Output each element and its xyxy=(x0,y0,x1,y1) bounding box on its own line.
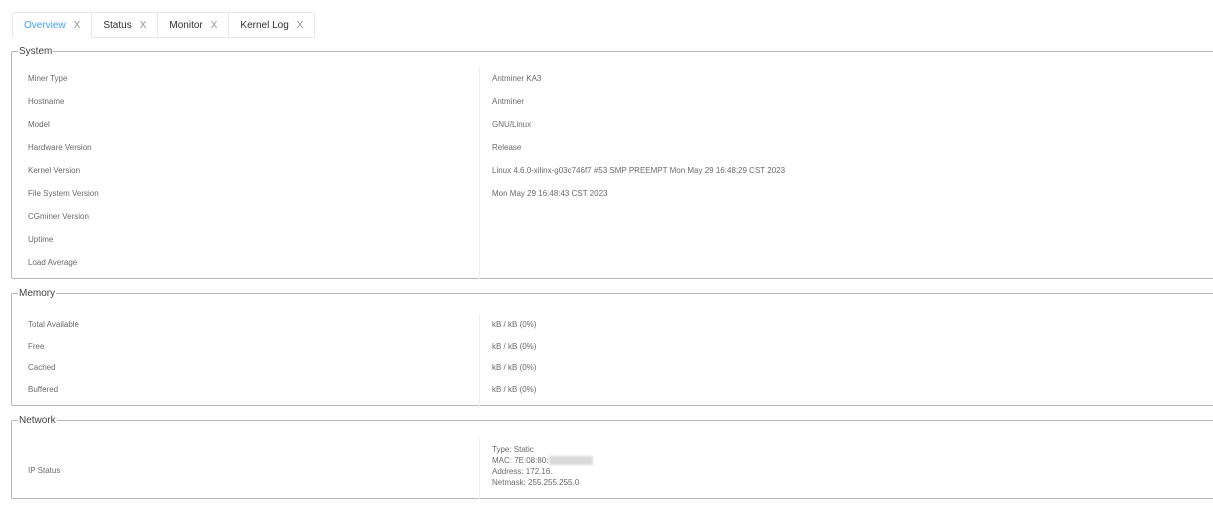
close-icon[interactable]: X xyxy=(297,20,304,31)
tab-status[interactable]: Status X xyxy=(92,12,159,38)
table-row: Load Average xyxy=(12,251,1213,274)
row-label: Hardware Version xyxy=(28,143,92,152)
row-label: IP Status xyxy=(28,465,61,475)
row-value: kB / kB (0%) xyxy=(492,320,537,330)
table-row: Miner Type Antminer KA3 xyxy=(12,67,1213,90)
section-title: Network xyxy=(19,415,56,426)
ip-mac-line: MAC: 7E:08:80: xyxy=(492,455,594,466)
table-row: Free kB / kB (0%) xyxy=(12,336,1213,358)
table-row: Uptime xyxy=(12,228,1213,251)
table-row: Model GNU/Linux xyxy=(12,113,1213,136)
tab-label: Monitor xyxy=(169,19,203,31)
table-row: Hostname Antminer xyxy=(12,90,1213,113)
table-row: Hardware Version Release xyxy=(12,136,1213,159)
section-title: System xyxy=(19,46,53,57)
row-value xyxy=(482,251,1213,274)
table-row: Total Available kB / kB (0%) xyxy=(12,314,1213,336)
redacted-mask xyxy=(549,456,594,466)
tab-monitor[interactable]: Monitor X xyxy=(158,12,230,38)
network-section: Network IP Status Type: Static MAC: 7E:0… xyxy=(11,415,1213,500)
row-value: GNU/Linux xyxy=(492,120,532,129)
row-label: Model xyxy=(28,120,50,129)
row-value xyxy=(482,228,1213,251)
row-label: Kernel Version xyxy=(28,166,81,175)
table-row: Buffered kB / kB (0%) xyxy=(12,379,1213,401)
close-icon[interactable]: X xyxy=(140,20,147,31)
table-row: Cached kB / kB (0%) xyxy=(12,357,1213,379)
table-row: CGminer Version xyxy=(12,205,1213,228)
ip-address: Address: 172.16. xyxy=(492,467,553,476)
ip-status-value: Type: Static MAC: 7E:08:80: Address: 172… xyxy=(482,440,594,500)
memory-section: Memory Total Available kB / kB (0%) Free… xyxy=(11,288,1213,408)
row-label: Buffered xyxy=(28,385,59,395)
tab-bar: Overview X Status X Monitor X Kernel Log… xyxy=(12,12,316,38)
row-value: Antminer xyxy=(492,97,525,106)
system-section: System Miner Type Antminer KA3 Hostname … xyxy=(11,46,1213,279)
row-label: Uptime xyxy=(28,235,54,244)
row-label: Free xyxy=(28,341,45,351)
system-table: Miner Type Antminer KA3 Hostname Antmine… xyxy=(12,67,1213,274)
row-value: kB / kB (0%) xyxy=(492,385,537,395)
section-title: Memory xyxy=(19,288,56,299)
row-value: kB / kB (0%) xyxy=(492,341,537,351)
row-label: CGminer Version xyxy=(28,212,89,221)
ip-type: Type: Static xyxy=(492,445,534,454)
network-table: IP Status Type: Static MAC: 7E:08:80: Ad… xyxy=(12,440,1213,500)
row-value xyxy=(482,205,1213,228)
table-row: File System Version Mon May 29 16:48:43 … xyxy=(12,182,1213,205)
close-icon[interactable]: X xyxy=(74,20,81,31)
tab-kernel-log[interactable]: Kernel Log X xyxy=(229,12,316,38)
row-label: Cached xyxy=(28,363,56,373)
memory-table: Total Available kB / kB (0%) Free kB / k… xyxy=(12,314,1213,400)
tab-overview[interactable]: Overview X xyxy=(12,12,93,38)
row-label: Load Average xyxy=(28,258,78,267)
row-label: Miner Type xyxy=(28,74,68,83)
row-label: Total Available xyxy=(28,320,79,330)
table-row: IP Status Type: Static MAC: 7E:08:80: Ad… xyxy=(12,440,1213,500)
ip-netmask: Netmask: 255.255.255.0 xyxy=(492,478,580,487)
row-label: Hostname xyxy=(28,97,65,106)
ip-mac: MAC: 7E:08:80: xyxy=(492,456,549,465)
row-value: Linux 4.6.0-xilinx-g03c746f7 #53 SMP PRE… xyxy=(492,166,786,175)
row-value: kB / kB (0%) xyxy=(492,363,537,373)
tab-label: Status xyxy=(103,19,132,31)
row-label: File System Version xyxy=(28,189,99,198)
row-value: Antminer KA3 xyxy=(492,74,542,83)
row-value: Mon May 29 16:48:43 CST 2023 xyxy=(492,189,608,198)
table-row: Kernel Version Linux 4.6.0-xilinx-g03c74… xyxy=(12,159,1213,182)
row-value: Release xyxy=(492,143,522,152)
close-icon[interactable]: X xyxy=(211,20,218,31)
tab-label: Kernel Log xyxy=(240,19,289,31)
tab-label: Overview xyxy=(24,19,66,31)
